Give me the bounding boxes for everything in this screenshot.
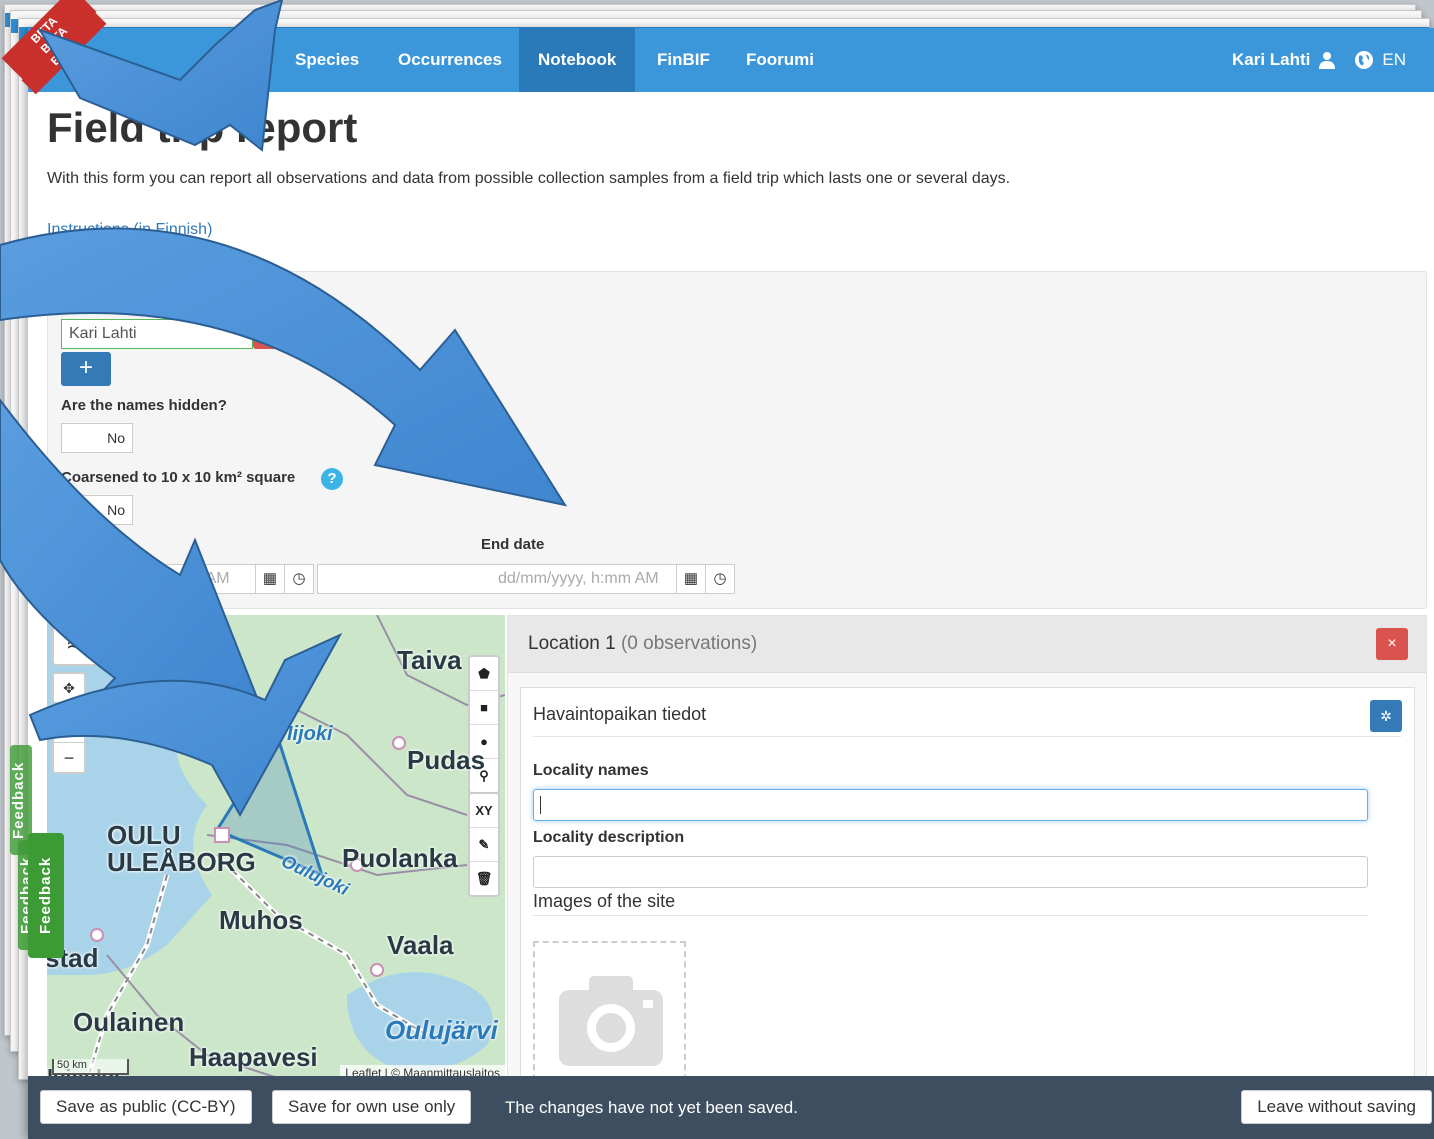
polygon-tool-icon[interactable]: ⬟ bbox=[470, 657, 498, 691]
delete-shapes-icon[interactable]: 🗑 bbox=[470, 862, 498, 895]
edit-shapes-icon[interactable]: ✎ bbox=[470, 828, 498, 862]
location-header: Location 1 (0 observations) × bbox=[508, 616, 1426, 673]
calendar-icon[interactable]: ▦ bbox=[255, 565, 284, 593]
remove-location-button[interactable]: × bbox=[1376, 628, 1408, 660]
locality-description-input[interactable] bbox=[533, 856, 1368, 888]
location-panel: Location 1 (0 observations) × Havaintopa… bbox=[507, 615, 1427, 1119]
observer-input[interactable]: Kari Lahti bbox=[61, 319, 253, 349]
coarsened-label: Coarsened to 10 x 10 km² square bbox=[61, 469, 296, 486]
locality-description-label: Locality description bbox=[533, 829, 685, 846]
location-title: Location 1 (0 observations) bbox=[528, 633, 758, 654]
rectangle-tool-icon[interactable]: ■ bbox=[470, 691, 498, 725]
camera-icon bbox=[559, 976, 663, 1066]
names-hidden-label: Are the names hidden? bbox=[61, 397, 227, 414]
start-date-input[interactable]: dd/mm/yyyy, h:mm AM ▦ ◷ bbox=[61, 564, 314, 594]
end-date-input[interactable]: dd/mm/yyyy, h:mm AM ▦ ◷ bbox=[317, 564, 735, 594]
gear-icon[interactable]: ✲ bbox=[1370, 700, 1402, 732]
zoom-in-button[interactable]: + bbox=[54, 712, 84, 743]
language-selector[interactable]: EN bbox=[1382, 28, 1406, 92]
names-hidden-toggle[interactable]: No bbox=[61, 423, 133, 453]
zoom-out-button[interactable]: − bbox=[54, 743, 84, 773]
locality-names-input[interactable] bbox=[533, 789, 1368, 821]
nav-occurrences[interactable]: Occurrences bbox=[379, 28, 521, 92]
remove-observer-button[interactable] bbox=[253, 319, 285, 349]
nav-notebook[interactable]: Notebook bbox=[519, 28, 636, 92]
user-icon[interactable] bbox=[1318, 51, 1336, 69]
end-date-label: End date bbox=[481, 536, 545, 553]
location-details: Havaintopaikan tiedot ✲ Locality names L… bbox=[520, 687, 1415, 1119]
top-navbar: Species Occurrences Notebook FinBIF Foor… bbox=[28, 28, 1434, 92]
main-page: Species Occurrences Notebook FinBIF Foor… bbox=[28, 28, 1434, 1139]
map-label: Muhos bbox=[219, 905, 303, 935]
layers-icon[interactable]: ≋ bbox=[52, 620, 98, 666]
nav-species[interactable]: Species bbox=[276, 28, 378, 92]
instructions-link[interactable]: Instructions (in Finnish) bbox=[47, 221, 212, 239]
map-scale: 50 km bbox=[52, 1059, 129, 1075]
globe-icon[interactable] bbox=[1354, 50, 1374, 70]
map-label: Puolanka bbox=[342, 843, 458, 873]
locate-icon[interactable]: ✥ bbox=[52, 672, 86, 704]
page-title: Field trip report bbox=[47, 104, 358, 151]
feedback-tab[interactable]: Feedback bbox=[28, 833, 64, 958]
save-bar: Save as public (CC-BY) Save for own use … bbox=[28, 1076, 1434, 1139]
location-map[interactable]: ≋ ✥ + − ⬟ ■ ● ⚲ XY ✎ 🗑 Taiva Pudas Iijok… bbox=[47, 615, 505, 1081]
start-date-label: Start date bbox=[61, 536, 131, 553]
add-observer-button[interactable]: + bbox=[61, 352, 111, 386]
map-label: Iijoki bbox=[287, 723, 333, 745]
trip-details-panel: Observers Kari Lahti + Are the names hid… bbox=[47, 271, 1427, 609]
help-icon[interactable]: ? bbox=[321, 468, 343, 490]
map-label: Oulujärvi bbox=[385, 1015, 498, 1045]
edit-toolbar: XY ✎ 🗑 bbox=[468, 792, 500, 897]
zoom-control: + − bbox=[52, 710, 86, 774]
save-public-button[interactable]: Save as public (CC-BY) bbox=[40, 1090, 252, 1124]
map-label: Taiva bbox=[397, 645, 462, 675]
save-private-button[interactable]: Save for own use only bbox=[272, 1090, 472, 1124]
map-label: Oulainen bbox=[73, 1007, 185, 1037]
nav-user-area: Kari Lahti EN bbox=[1232, 28, 1406, 92]
user-name[interactable]: Kari Lahti bbox=[1232, 28, 1310, 92]
observers-label: Observers bbox=[61, 292, 136, 309]
calendar-icon[interactable]: ▦ bbox=[676, 565, 705, 593]
locality-names-label: Locality names bbox=[533, 762, 649, 779]
nav-foorumi[interactable]: Foorumi bbox=[727, 28, 833, 92]
nav-finbif[interactable]: FinBIF bbox=[638, 28, 729, 92]
map-label: Haapavesi bbox=[189, 1042, 318, 1072]
save-status: The changes have not yet been saved. bbox=[505, 1098, 798, 1117]
coordinates-button[interactable]: XY bbox=[470, 794, 498, 828]
map-label: Pudas bbox=[407, 745, 486, 775]
images-label: Images of the site bbox=[533, 891, 676, 911]
clock-icon[interactable]: ◷ bbox=[705, 565, 734, 593]
intro-text: With this form you can report all observ… bbox=[47, 170, 1011, 187]
map-label: Vaala bbox=[387, 930, 454, 960]
leave-button[interactable]: Leave without saving bbox=[1241, 1090, 1432, 1124]
map-label: ULEÅBORG bbox=[107, 847, 256, 877]
section-title: Havaintopaikan tiedot bbox=[533, 704, 707, 724]
coarsened-toggle[interactable]: No bbox=[61, 495, 133, 525]
clock-icon[interactable]: ◷ bbox=[284, 565, 313, 593]
